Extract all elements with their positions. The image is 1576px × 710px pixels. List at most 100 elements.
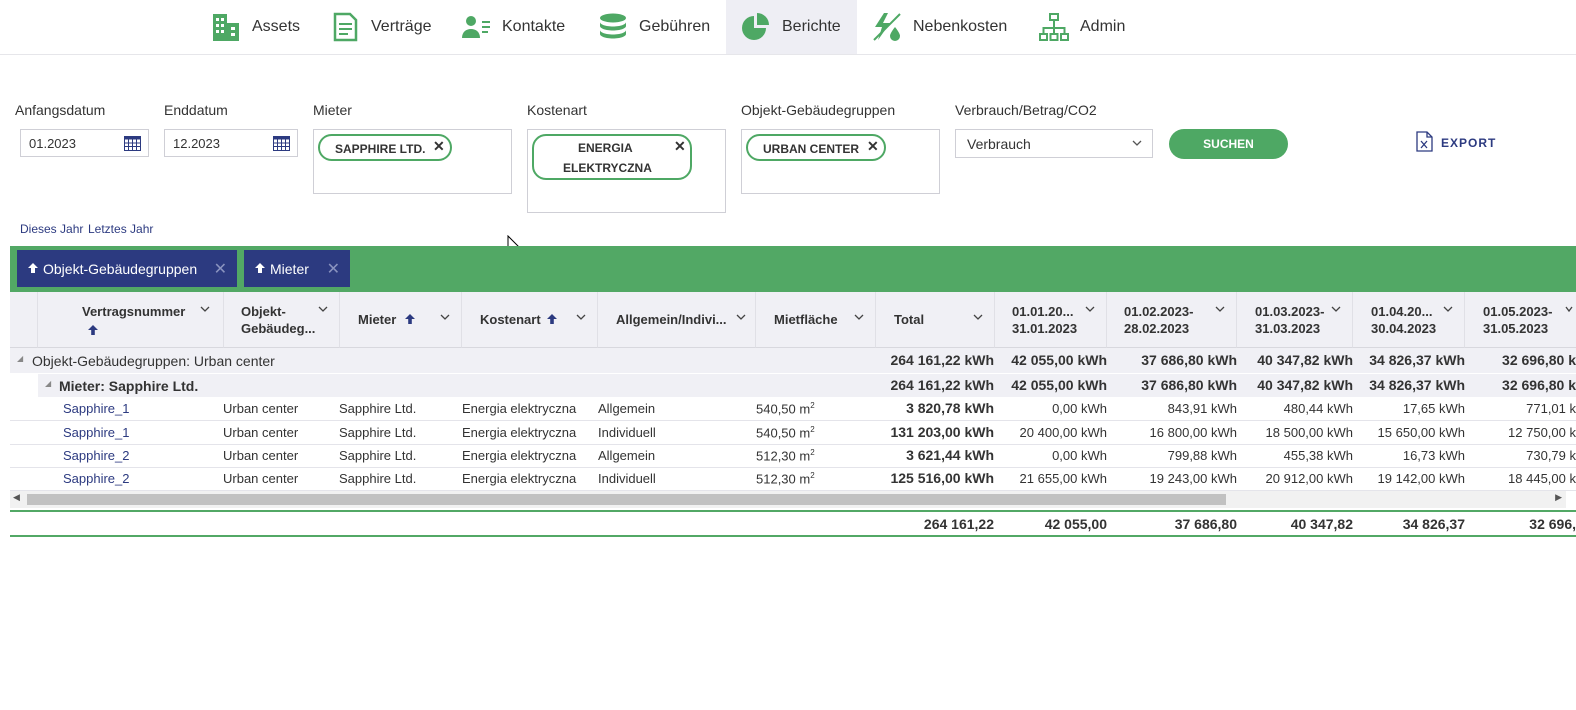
chevron-down-icon[interactable] (200, 305, 210, 316)
nav-assets[interactable]: Assets (210, 0, 300, 54)
chevron-down-icon[interactable] (318, 305, 328, 316)
quick-last-year-link[interactable]: Letztes Jahr (88, 222, 153, 236)
area-cell: 540,50 m2 (756, 401, 815, 416)
scroll-right-icon[interactable]: ▶ (1555, 492, 1562, 503)
header-month-2[interactable]: 01.02.2023- 28.02.2023 (1107, 292, 1237, 348)
footer-month-value: 37 686,80 (1174, 516, 1237, 532)
header-costtype[interactable]: Kostenart (462, 292, 598, 348)
header-label: Allgemein/Indivi... (616, 312, 727, 327)
header-label: Objekt- (241, 304, 286, 319)
header-month-3[interactable]: 01.03.2023- 31.03.2023 (1237, 292, 1353, 348)
table-row[interactable]: Sapphire_2 Urban center Sapphire Ltd. En… (10, 444, 1576, 468)
costtype-filter-box[interactable]: Energia elektryczna ✕ (527, 129, 726, 213)
group-month-value: 42 055,00 kWh (1011, 352, 1107, 368)
calendar-icon[interactable] (124, 136, 141, 154)
table-row[interactable]: Sapphire_1 Urban center Sapphire Ltd. En… (10, 421, 1576, 445)
header-total[interactable]: Total (876, 292, 995, 348)
header-month-4[interactable]: 01.04.20... 30.04.2023 (1353, 292, 1465, 348)
sort-asc-icon[interactable] (546, 313, 558, 328)
nav-label: Assets (252, 18, 301, 35)
tenant-chip-label: Sapphire Ltd. (335, 142, 426, 156)
chevron-down-icon[interactable] (576, 313, 586, 324)
sort-asc-icon[interactable] (87, 324, 99, 339)
header-object[interactable]: Objekt- Gebäudeg... (224, 292, 340, 348)
header-tenant[interactable]: Mieter (340, 292, 462, 348)
nav-kontakte[interactable]: Kontakte (460, 0, 565, 54)
horizontal-scrollbar[interactable]: ◀ ▶ (10, 491, 1566, 508)
export-button[interactable]: EXPORT (1416, 131, 1496, 154)
search-button[interactable]: SUCHEN (1169, 129, 1288, 159)
group-row-object[interactable]: ◢ Objekt-Gebäudegruppen: Urban center 26… (10, 348, 1576, 374)
group-chip-mieter[interactable]: Mieter ✕ (244, 250, 350, 287)
chevron-down-icon[interactable] (1443, 305, 1453, 316)
remove-chip-icon[interactable]: ✕ (867, 138, 879, 155)
close-icon[interactable]: ✕ (214, 259, 227, 279)
remove-chip-icon[interactable]: ✕ (674, 138, 686, 155)
nav-nebenkosten[interactable]: Nebenkosten (871, 0, 1007, 54)
contract-link[interactable]: Sapphire_1 (63, 425, 130, 440)
totals-footer: 264 161,22 42 055,00 37 686,80 40 347,82… (10, 510, 1576, 537)
header-general[interactable]: Allgemein/Indivi... (598, 292, 756, 348)
header-label: Gebäudeg... (241, 321, 316, 336)
group-month-value: 37 686,80 kWh (1141, 352, 1237, 368)
chevron-down-icon[interactable] (1215, 305, 1225, 316)
contract-link[interactable]: Sapphire_1 (63, 401, 130, 416)
building-icon (210, 11, 242, 43)
close-icon[interactable]: ✕ (327, 259, 340, 279)
chevron-down-icon[interactable] (1565, 305, 1573, 316)
group-chip-objekt[interactable]: Objekt-Gebäudegruppen ✕ (17, 250, 237, 287)
start-date-input[interactable]: 01.2023 (20, 129, 149, 157)
month-cell: 455,38 kWh (1283, 448, 1353, 463)
mode-select[interactable]: Verbrauch (955, 129, 1153, 158)
month-cell: 16,73 kWh (1402, 448, 1465, 463)
object-cell: Urban center (223, 401, 299, 416)
group-total: 264 161,22 kWh (890, 377, 994, 393)
nav-berichte[interactable]: Berichte (726, 0, 857, 54)
chevron-down-icon[interactable] (973, 313, 983, 324)
scroll-left-icon[interactable]: ◀ (13, 492, 20, 503)
header-area[interactable]: Mietfläche (756, 292, 876, 348)
contract-link[interactable]: Sapphire_2 (63, 448, 130, 463)
start-date-label: Anfangsdatum (15, 102, 106, 118)
group-month-value: 34 826,37 kWh (1369, 377, 1465, 393)
end-date-input[interactable]: 12.2023 (164, 129, 298, 157)
remove-chip-icon[interactable]: ✕ (433, 138, 445, 155)
chevron-down-icon[interactable] (1085, 305, 1095, 316)
total-cell: 131 203,00 kWh (890, 424, 994, 440)
tenant-cell: Sapphire Ltd. (339, 448, 417, 463)
nav-vertraege[interactable]: Verträge (329, 0, 431, 54)
contract-link[interactable]: Sapphire_2 (63, 471, 130, 486)
tenant-chip: Sapphire Ltd. ✕ (318, 134, 452, 161)
costtype-chip-label-line1: Energia (578, 141, 633, 155)
collapse-triangle-icon[interactable]: ◢ (17, 354, 23, 363)
sort-asc-icon[interactable] (404, 313, 416, 328)
footer-month-value: 40 347,82 (1290, 516, 1353, 532)
area-cell: 512,30 m2 (756, 471, 815, 486)
scrollbar-thumb[interactable] (27, 494, 1226, 505)
quick-this-year-link[interactable]: Dieses Jahr (20, 222, 83, 236)
month-cell: 17,65 kWh (1402, 401, 1465, 416)
header-label: Vertragsnummer (82, 304, 186, 319)
group-filter-box[interactable]: Urban center ✕ (741, 129, 940, 194)
chevron-down-icon[interactable] (736, 313, 746, 324)
month-cell: 0,00 kWh (1052, 448, 1107, 463)
chevron-down-icon[interactable] (854, 313, 864, 324)
header-month-1[interactable]: 01.01.20... 31.01.2023 (995, 292, 1107, 348)
tenant-cell: Sapphire Ltd. (339, 471, 417, 486)
table-row[interactable]: Sapphire_2 Urban center Sapphire Ltd. En… (10, 467, 1576, 491)
table-row[interactable]: Sapphire_1 Urban center Sapphire Ltd. En… (10, 397, 1576, 421)
chevron-down-icon[interactable] (440, 313, 450, 324)
header-month-5[interactable]: 01.05.2023- 31.05.2023 (1465, 292, 1576, 348)
collapse-triangle-icon[interactable]: ◢ (45, 379, 51, 388)
chevron-down-icon[interactable] (1331, 305, 1341, 316)
costtype-cell: Energia elektryczna (462, 471, 577, 486)
nav-label: Verträge (371, 18, 432, 35)
calendar-icon[interactable] (273, 136, 290, 154)
tenant-filter-box[interactable]: Sapphire Ltd. ✕ (313, 129, 512, 194)
header-contract[interactable]: Vertragsnummer (38, 292, 224, 348)
start-date-value: 01.2023 (29, 135, 76, 151)
nav-admin[interactable]: Admin (1038, 0, 1125, 54)
nav-gebuehren[interactable]: Gebühren (597, 0, 710, 54)
end-date-value: 12.2023 (173, 135, 220, 151)
group-row-tenant[interactable]: ◢ Mieter: Sapphire Ltd. 264 161,22 kWh 4… (38, 374, 1576, 397)
